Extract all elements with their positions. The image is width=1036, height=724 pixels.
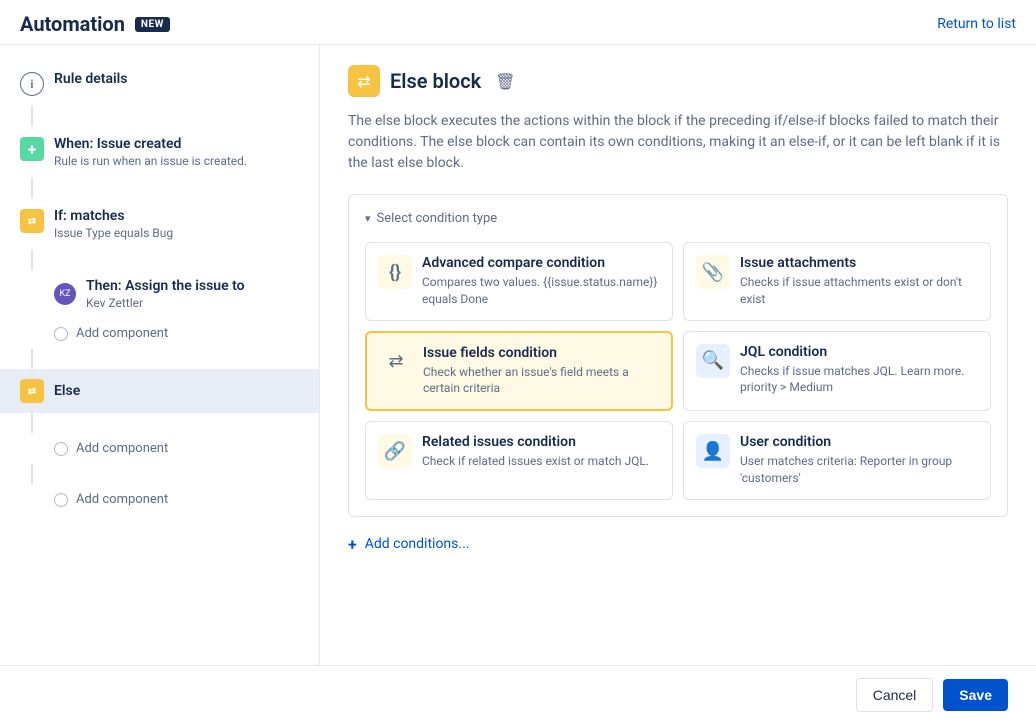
connector6: [31, 464, 33, 484]
condition-card-issue-attachments[interactable]: 📎 Issue attachments Checks if issue atta…: [683, 242, 991, 321]
rule-details-label: Rule details: [54, 71, 299, 87]
sidebar-item-else[interactable]: ⇄ Else: [0, 369, 319, 413]
condition-selector-label: Select condition type: [377, 211, 498, 226]
plus-icon: +: [20, 137, 44, 161]
add-conditions-label: Add conditions...: [365, 536, 470, 552]
content-panel: ⇄ Else block 🗑 The else block executes t…: [320, 45, 1036, 665]
add-component-circle: [54, 327, 68, 341]
advanced-compare-icon: {}: [378, 255, 412, 289]
block-icon: ⇄: [348, 65, 380, 97]
add-component-label-2: Add component: [76, 441, 168, 456]
user-condition-title: User condition: [740, 434, 978, 450]
condition-card-user[interactable]: 👤 User condition User matches criteria: …: [683, 421, 991, 500]
user-condition-icon: 👤: [696, 434, 730, 468]
connector2: [31, 178, 33, 198]
add-component-circle-3: [54, 493, 68, 507]
plus-icon: +: [348, 535, 357, 554]
new-badge: NEW: [135, 17, 170, 32]
issue-attachments-icon: 📎: [696, 255, 730, 289]
cancel-button[interactable]: Cancel: [856, 678, 934, 712]
sidebar-item-rule-details[interactable]: i Rule details: [0, 61, 319, 106]
condition-selector-header[interactable]: ▾ Select condition type: [365, 211, 991, 226]
sidebar-item-when[interactable]: + When: Issue created Rule is run when a…: [0, 126, 319, 178]
app-title: Automation NEW: [20, 12, 170, 36]
if-icon: ⇄: [20, 209, 44, 233]
connector: [31, 106, 33, 126]
related-issues-desc: Check if related issues exist or match J…: [422, 453, 649, 470]
issue-attachments-desc: Checks if issue attachments exist or don…: [740, 274, 978, 308]
add-component-row-3[interactable]: Add component: [0, 484, 319, 515]
jql-title: JQL condition: [740, 344, 978, 360]
return-to-list-link[interactable]: Return to list: [937, 16, 1016, 32]
add-component-row-2[interactable]: Add component: [0, 433, 319, 464]
sidebar: i Rule details + When: Issue created Rul…: [0, 45, 320, 665]
else-icon: ⇄: [20, 379, 44, 403]
add-component-row-1[interactable]: Add component: [0, 318, 319, 349]
user-condition-desc: User matches criteria: Reporter in group…: [740, 453, 978, 487]
condition-card-advanced-compare[interactable]: {} Advanced compare condition Compares t…: [365, 242, 673, 321]
app-title-text: Automation: [20, 12, 125, 36]
add-component-label-1: Add component: [76, 326, 168, 341]
block-description: The else block executes the actions with…: [348, 111, 1008, 174]
if-title: If: matches: [54, 208, 299, 224]
avatar: KZ: [54, 283, 76, 305]
chevron-down-icon: ▾: [365, 212, 371, 225]
add-component-circle-2: [54, 442, 68, 456]
when-title: When: Issue created: [54, 136, 299, 152]
condition-selector: ▾ Select condition type {} Advanced comp…: [348, 194, 1008, 517]
connector5: [31, 413, 33, 433]
advanced-compare-desc: Compares two values. {{issue.status.name…: [422, 274, 660, 308]
jql-desc: Checks if issue matches JQL. Learn more.…: [740, 363, 978, 397]
condition-card-jql[interactable]: 🔍 JQL condition Checks if issue matches …: [683, 331, 991, 412]
else-label: Else: [54, 383, 80, 399]
info-icon: i: [20, 72, 44, 96]
connector3: [31, 250, 33, 270]
block-header: ⇄ Else block 🗑: [348, 65, 1008, 97]
issue-fields-title: Issue fields condition: [423, 345, 659, 361]
block-title: Else block: [390, 69, 481, 93]
sidebar-item-if[interactable]: ⇄ If: matches Issue Type equals Bug: [0, 198, 319, 250]
related-issues-title: Related issues condition: [422, 434, 649, 450]
issue-fields-icon: ⇄: [379, 345, 413, 379]
add-component-label-3: Add component: [76, 492, 168, 507]
sidebar-item-then[interactable]: KZ Then: Assign the issue to Kev Zettler: [0, 270, 319, 318]
jql-icon: 🔍: [696, 344, 730, 378]
advanced-compare-title: Advanced compare condition: [422, 255, 660, 271]
trash-icon[interactable]: 🗑: [495, 72, 515, 91]
then-title: Then: Assign the issue to: [86, 278, 299, 294]
when-subtitle: Rule is run when an issue is created.: [54, 154, 299, 168]
related-issues-icon: 🔗: [378, 434, 412, 468]
condition-grid: {} Advanced compare condition Compares t…: [365, 242, 991, 500]
connector4: [31, 349, 33, 369]
bottom-bar: Cancel Save: [0, 665, 1036, 724]
issue-attachments-title: Issue attachments: [740, 255, 978, 271]
issue-fields-desc: Check whether an issue's field meets a c…: [423, 364, 659, 398]
condition-card-issue-fields[interactable]: ⇄ Issue fields condition Check whether a…: [365, 331, 673, 412]
then-assignee: Kev Zettler: [86, 296, 299, 310]
if-subtitle: Issue Type equals Bug: [54, 226, 299, 240]
save-button[interactable]: Save: [943, 679, 1008, 711]
condition-card-related-issues[interactable]: 🔗 Related issues condition Check if rela…: [365, 421, 673, 500]
add-conditions-row[interactable]: + Add conditions...: [348, 535, 1008, 554]
